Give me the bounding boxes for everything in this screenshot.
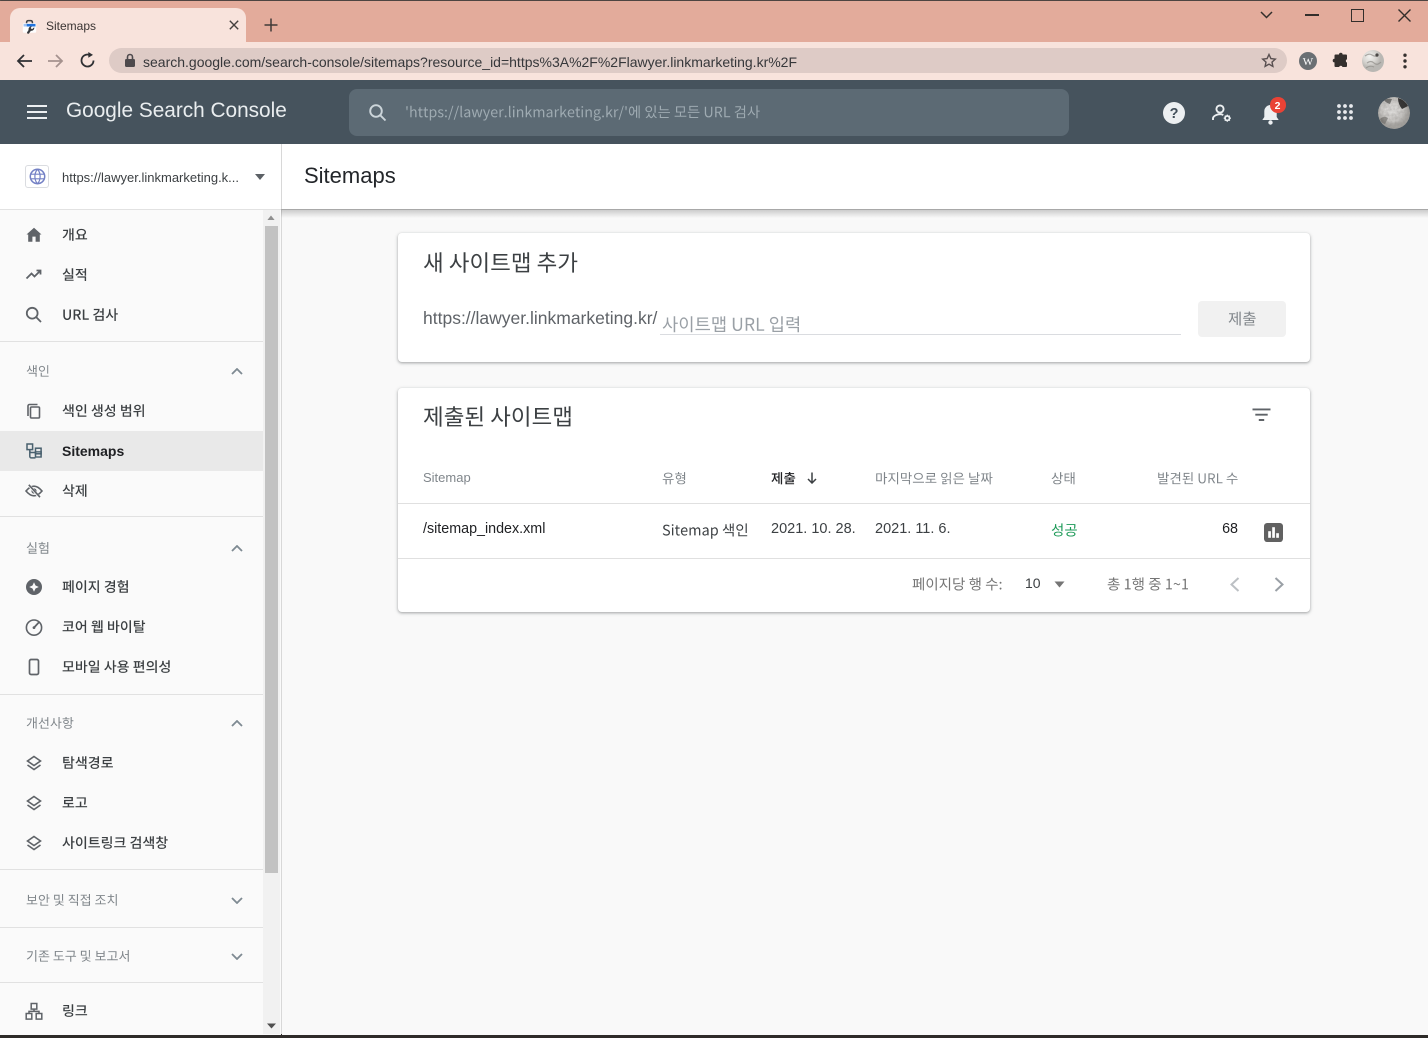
svg-text:W: W bbox=[1303, 56, 1314, 68]
svg-text:?: ? bbox=[1170, 106, 1179, 122]
